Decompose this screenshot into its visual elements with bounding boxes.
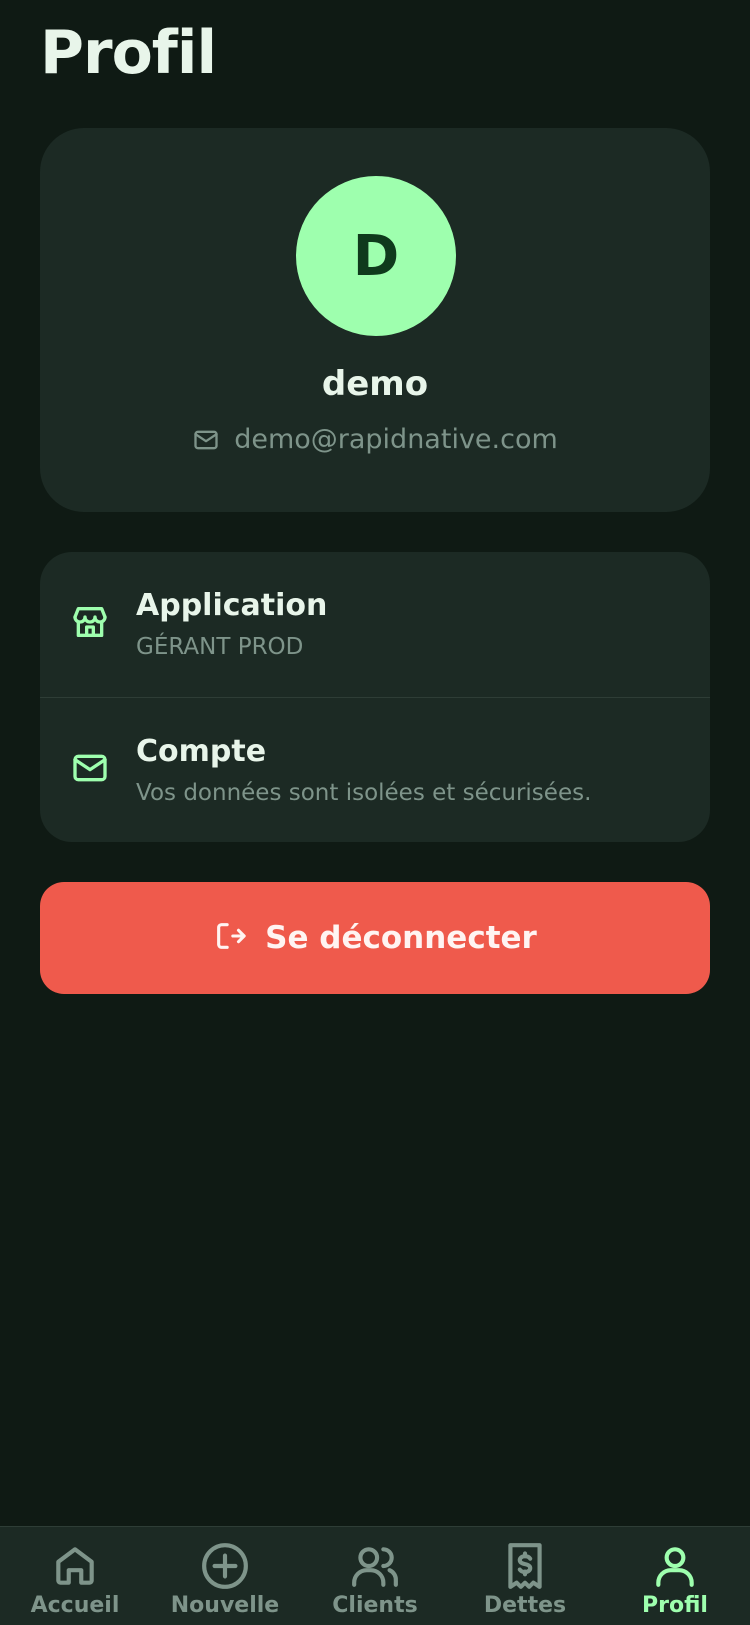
profile-name: demo <box>321 364 429 404</box>
info-card: Application GÉRANT PROD Compte Vos donné… <box>40 552 710 842</box>
receipt-icon <box>500 1541 550 1591</box>
info-subtitle: GÉRANT PROD <box>136 634 304 660</box>
profile-card: D demo demo@rapidnative.com <box>40 128 710 512</box>
user-icon <box>650 1541 700 1591</box>
home-icon <box>50 1541 100 1591</box>
nav-item-profil[interactable]: Profil <box>600 1527 750 1625</box>
bottom-nav: Accueil Nouvelle Clients Dettes Profil <box>0 1526 750 1625</box>
page-title: Profil <box>40 18 217 88</box>
nav-label: Profil <box>642 1593 708 1618</box>
nav-item-dettes[interactable]: Dettes <box>450 1527 600 1625</box>
nav-item-accueil[interactable]: Accueil <box>0 1527 150 1625</box>
plus-circle-icon <box>200 1541 250 1591</box>
mail-icon <box>192 426 220 454</box>
profile-email: demo@rapidnative.com <box>40 424 710 455</box>
nav-label: Dettes <box>483 1593 567 1618</box>
nav-label: Accueil <box>30 1593 120 1618</box>
info-title: Compte <box>136 734 267 769</box>
mail-icon <box>70 748 110 788</box>
nav-item-nouvelle[interactable]: Nouvelle <box>150 1527 300 1625</box>
info-subtitle: Vos données sont isolées et sécurisées. <box>136 780 592 806</box>
info-title: Application <box>136 588 328 623</box>
logout-icon <box>213 919 247 957</box>
nav-label: Nouvelle <box>170 1593 280 1618</box>
info-row-account: Compte Vos données sont isolées et sécur… <box>40 697 710 842</box>
store-icon <box>70 602 110 642</box>
info-row-application: Application GÉRANT PROD <box>40 552 710 697</box>
avatar: D <box>296 176 456 336</box>
logout-button[interactable]: Se déconnecter <box>40 882 710 994</box>
profile-email-text: demo@rapidnative.com <box>234 424 558 455</box>
logout-label: Se déconnecter <box>265 920 537 956</box>
nav-label: Clients <box>332 1593 418 1618</box>
users-icon <box>350 1541 400 1591</box>
nav-item-clients[interactable]: Clients <box>300 1527 450 1625</box>
